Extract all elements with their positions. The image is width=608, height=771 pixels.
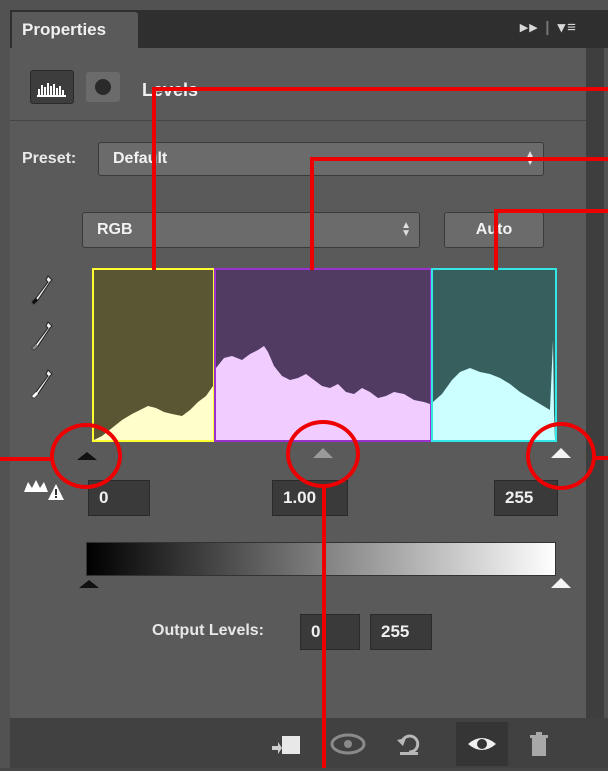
preset-value: Default <box>113 150 168 167</box>
bottom-toolbar <box>10 718 608 768</box>
annotation-circle-black-point <box>50 423 122 489</box>
panel-menu-icon[interactable]: ▾≡ <box>558 19 578 36</box>
annotation-line <box>310 157 314 270</box>
output-gradient <box>86 542 556 576</box>
output-black-field[interactable]: 0 <box>300 614 360 650</box>
annotation-line <box>152 87 608 91</box>
channel-dropdown[interactable]: RGB ▲ ▼ <box>82 212 420 248</box>
clip-to-layer-icon[interactable] <box>270 732 304 758</box>
black-point-eyedropper-icon[interactable] <box>30 272 56 308</box>
tab-properties[interactable]: Properties <box>12 12 138 48</box>
collapse-icon[interactable]: ▸▸ <box>520 19 539 36</box>
chevron-updown-icon: ▲ ▼ <box>401 220 411 239</box>
annotation-line <box>152 87 156 270</box>
output-levels-label: Output Levels: <box>152 622 265 639</box>
view-previous-icon[interactable] <box>328 730 368 758</box>
output-white-field[interactable]: 255 <box>370 614 432 650</box>
output-black-slider[interactable] <box>74 572 104 592</box>
levels-histogram <box>92 268 557 442</box>
scrollbar[interactable] <box>586 48 604 718</box>
layer-mask-icon[interactable] <box>86 72 120 102</box>
annotation-line <box>0 457 52 461</box>
gray-point-eyedropper-icon[interactable] <box>30 318 56 354</box>
trash-icon[interactable] <box>524 730 554 760</box>
white-point-eyedropper-icon[interactable] <box>30 366 56 402</box>
panel-menu-icons[interactable]: ▸▸ | ▾≡ <box>520 18 578 36</box>
annotation-line <box>310 157 608 161</box>
levels-adjustment-icon[interactable] <box>30 70 74 104</box>
visibility-toggle[interactable] <box>456 722 508 766</box>
output-white-slider[interactable] <box>546 572 576 592</box>
annotation-line <box>594 456 608 460</box>
channel-value: RGB <box>97 221 133 238</box>
annotation-circle-white-point <box>526 422 596 490</box>
annotation-line <box>494 209 608 213</box>
annotation-line <box>322 486 326 768</box>
annotation-line <box>494 209 498 270</box>
visibility-eye-icon <box>468 738 496 750</box>
preset-label: Preset: <box>22 150 77 167</box>
reset-icon[interactable] <box>394 730 424 758</box>
annotation-circle-gamma <box>286 420 360 488</box>
